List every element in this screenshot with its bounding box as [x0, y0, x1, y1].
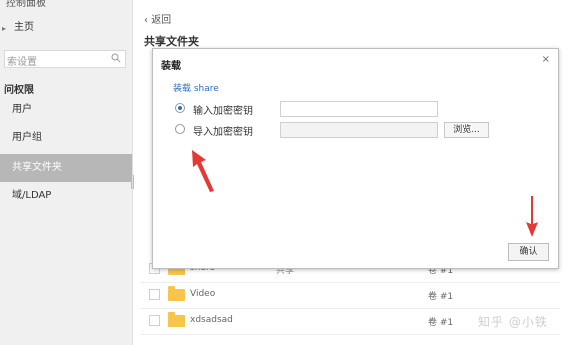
dialog-title: 装载 [161, 61, 181, 72]
sidebar-item-label: 用户组 [12, 132, 42, 143]
import-key-file-input[interactable] [280, 122, 438, 138]
folder-name: Video [190, 289, 216, 299]
sidebar-item-groups[interactable]: 用户组 [0, 124, 132, 152]
back-link[interactable]: ‹ 返回 [144, 11, 171, 26]
close-icon[interactable]: × [542, 54, 550, 65]
folder-volume: 卷 #1 [428, 292, 454, 302]
back-label: 返回 [151, 15, 172, 26]
annotation-arrow-icon [192, 150, 214, 192]
table-row[interactable]: Video 卷 #1 [140, 282, 560, 309]
sidebar-header: 控制面板 [6, 0, 46, 9]
confirm-button[interactable]: 确认 [508, 243, 549, 261]
folder-name: xdsadsad [190, 315, 233, 325]
sidebar-item-domain-ldap[interactable]: 域/LDAP [0, 182, 132, 210]
sidebar-item-label: 主页 [14, 22, 34, 33]
sidebar-item-shared-folders[interactable]: 共享文件夹 [0, 154, 132, 182]
folder-icon [168, 312, 185, 327]
radio-import-key[interactable] [175, 124, 185, 134]
row-checkbox[interactable] [149, 289, 160, 300]
sidebar-item-users[interactable]: 用户 [0, 96, 132, 124]
browse-button[interactable]: 浏览... [444, 122, 489, 138]
option-label: 导入加密密钥 [193, 127, 253, 138]
search-icon [111, 53, 121, 63]
sidebar-item-label: 共享文件夹 [12, 162, 62, 173]
chevron-right-icon: ▸ [2, 24, 7, 33]
sidebar-search-input[interactable]: 索设置 [4, 50, 126, 68]
annotation-arrow-icon [526, 196, 538, 237]
option-label: 输入加密密钥 [193, 106, 253, 117]
sidebar: 控制面板 ▸ 主页 索设置 问权限 用户 用户组 共享文件夹 域/LDAP [0, 0, 133, 345]
sidebar-section-title: 问权限 [4, 85, 34, 96]
watermark: 知乎 @小铁 [478, 315, 548, 329]
row-checkbox[interactable] [149, 315, 160, 326]
sidebar-item-label: 用户 [12, 104, 32, 115]
search-placeholder: 索设置 [7, 57, 37, 68]
sidebar-resize-handle[interactable] [131, 175, 134, 189]
encryption-key-input[interactable] [280, 101, 438, 117]
sidebar-item-label: 域/LDAP [12, 190, 52, 201]
mount-share-link[interactable]: 装载 share [173, 81, 219, 94]
radio-enter-key[interactable] [175, 103, 185, 113]
folder-icon [168, 286, 185, 301]
sidebar-item-home[interactable]: ▸ 主页 [0, 14, 132, 42]
page-title: 共享文件夹 [144, 35, 199, 48]
folder-volume: 卷 #1 [428, 318, 454, 328]
